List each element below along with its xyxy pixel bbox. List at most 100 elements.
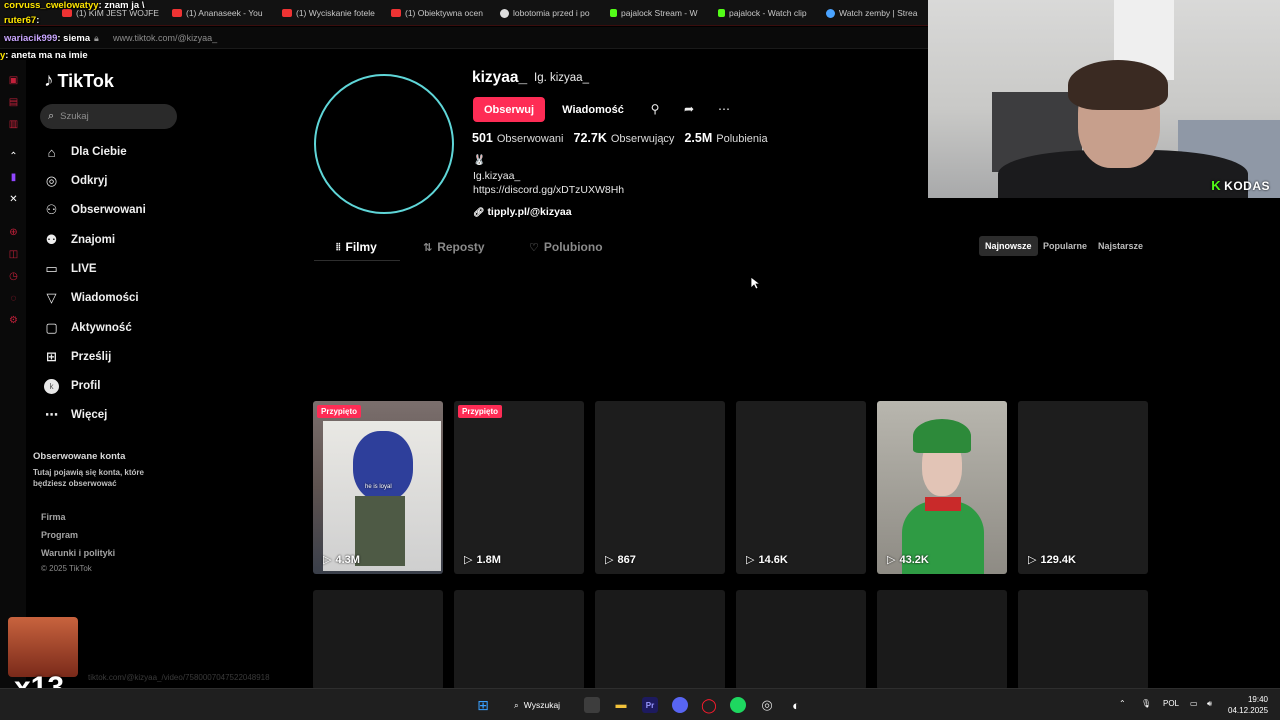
app-icon[interactable]: ◫ (8, 249, 19, 260)
tiktok-note-icon: ♪ (44, 70, 54, 91)
windows-start-icon[interactable]: ⊞ (475, 697, 491, 713)
sidebar-item-live[interactable]: ▭ LIVE (44, 259, 96, 279)
browser-tab[interactable]: (1) Obiektywna ocen (391, 5, 483, 21)
repost-icon: ⇅ (423, 241, 433, 254)
sidebar-item-aktywnosc[interactable]: ▢ Aktywność (44, 318, 131, 338)
sidebar-item-znajomi[interactable]: ⚉ Znajomi (44, 230, 115, 250)
browser-tab[interactable]: (1) Wyciskanie fotele (282, 5, 375, 21)
video-card[interactable]: ▷ 129.4K (1018, 401, 1148, 574)
taskbar-search[interactable]: ⌕ Wyszukaj (506, 696, 576, 714)
upload-icon: ⊞ (46, 349, 57, 364)
sidebar-item-wiecej[interactable]: ⋯ Więcej (44, 405, 107, 425)
video-card[interactable]: Przypięto ▷ 1.8M (454, 401, 584, 574)
following-icon: ⚇ (45, 202, 58, 217)
bio-link[interactable]: 🔗︎ tipply.pl/@kizyaa (473, 206, 572, 218)
stat-followers[interactable]: 72.7K Obserwujący (574, 131, 675, 145)
video-caption: he is loyal (365, 484, 392, 490)
stat-following[interactable]: 501 Obserwowani (472, 131, 564, 145)
tab-filmy[interactable]: ⦙⦙ Filmy (336, 240, 377, 254)
sort-najnowsze[interactable]: Najnowsze (979, 236, 1038, 256)
opera-icon[interactable]: ◯ (701, 697, 717, 713)
add-friend-icon[interactable]: ⚲ (646, 100, 664, 118)
footer-link-program[interactable]: Program (41, 530, 78, 540)
video-card-placeholder[interactable] (877, 590, 1007, 690)
twitch-icon[interactable]: ▮ (8, 172, 19, 183)
profile-stats: 501 Obserwowani 72.7K Obserwujący 2.5M Polu… (472, 131, 768, 145)
play-icon: ▷ (746, 554, 755, 566)
premiere-icon[interactable]: Pr (642, 697, 658, 713)
microphone-icon[interactable]: 🎙︎ (1141, 699, 1151, 708)
stream-site-icon (826, 8, 835, 18)
profile-avatar-large[interactable] (314, 74, 454, 214)
search-icon: ⌕ (514, 699, 519, 710)
share-icon[interactable]: ➦ (680, 100, 698, 118)
message-button[interactable]: Wiadomość (553, 97, 633, 122)
video-card-placeholder[interactable] (454, 590, 584, 690)
tiktok-logo[interactable]: ♪ TikTok (44, 70, 114, 92)
taskbar-clock[interactable]: 19:40 04.12.2025 (1228, 694, 1268, 716)
app-icon[interactable]: ▥ (8, 119, 19, 130)
video-card-placeholder[interactable] (1018, 590, 1148, 690)
video-card[interactable]: he is loyal Przypięto ▷ 4.3M (313, 401, 443, 574)
task-view-icon[interactable] (584, 697, 600, 713)
footer-link-terms[interactable]: Warunki i polityki (41, 548, 115, 558)
more-options-icon[interactable]: ⋯ (715, 100, 733, 118)
search-input[interactable] (60, 111, 161, 122)
home-icon: ⌂ (47, 144, 56, 160)
grid-icon: ⦙⦙ (336, 241, 341, 253)
messages-icon: ▽ (46, 290, 57, 305)
sort-popularne[interactable]: Popularne (1037, 236, 1093, 256)
app-icon[interactable]: ◌ (8, 293, 19, 304)
thumbnail-elf-hat (913, 419, 971, 453)
footer-link-firma[interactable]: Firma (41, 512, 66, 522)
status-bar-url: tiktok.com/@kizyaa_/video/75800070475220… (88, 673, 270, 682)
chat-message: corvuss_cwelowatyy: znam ja \ (4, 0, 145, 11)
video-card-placeholder[interactable] (313, 590, 443, 690)
app-icon[interactable]: ▤ (8, 97, 19, 108)
volume-icon[interactable]: 🔊︎ (1207, 699, 1212, 709)
network-icon[interactable]: ▭ (1190, 699, 1198, 708)
pinned-badge: Przypięto (317, 405, 362, 418)
discord-icon[interactable] (672, 697, 688, 713)
settings-icon[interactable]: ⚙ (8, 315, 19, 326)
app-icon[interactable]: ▣ (8, 75, 19, 86)
app-icon[interactable]: ◐ (788, 697, 804, 713)
tab-polubiono[interactable]: ♡ Polubiono (529, 240, 603, 254)
followed-accounts-desc: Tutaj pojawią się konta, które będziesz … (33, 468, 144, 488)
file-explorer-icon[interactable]: ▬ (613, 697, 629, 713)
x-icon[interactable]: ✕ (8, 194, 19, 205)
follow-button[interactable]: Obserwuj (473, 97, 545, 122)
app-icon[interactable]: ⌃ (8, 151, 19, 162)
sidebar-item-odkryj[interactable]: ◎ Odkryj (44, 171, 108, 191)
browser-tab[interactable]: pajalock - Watch clip (718, 5, 807, 21)
webcam-overlay: K KODAS (928, 0, 1280, 198)
url-text: www.tiktok.com/@kizyaa_ (113, 33, 218, 43)
browser-tab[interactable]: pajalock Stream - W (610, 5, 698, 21)
video-card-placeholder[interactable] (736, 590, 866, 690)
sidebar-item-przeslij[interactable]: ⊞ Prześlij (44, 347, 111, 367)
followed-accounts-title: Obserwowane konta (33, 451, 126, 462)
video-card[interactable]: ▷ 14.6K (736, 401, 866, 574)
spotify-icon[interactable] (730, 697, 746, 713)
emote-image (8, 617, 78, 677)
app-icon[interactable]: ⊕ (8, 227, 19, 238)
browser-tab[interactable]: Watch zemby | Strea (826, 5, 917, 21)
video-card-placeholder[interactable] (595, 590, 725, 690)
language-indicator[interactable]: POL (1163, 699, 1179, 708)
clock-icon[interactable]: ◷ (8, 271, 19, 282)
sort-najstarsze[interactable]: Najstarsze (1092, 236, 1149, 256)
browser-side-strip: ▣ ▤ ▥ ⌃ ▮ ✕ ⊕ ◫ ◷ ◌ ⚙ (0, 60, 26, 690)
browser-tab[interactable]: (1) Ananaseek - You (172, 5, 263, 21)
tray-chevron-icon[interactable]: ⌃ (1119, 699, 1126, 708)
video-card[interactable]: ▷ 43.2K (877, 401, 1007, 574)
sidebar-item-dla-ciebie[interactable]: ⌂ Dla Ciebie (44, 142, 127, 162)
tab-reposty[interactable]: ⇅ Reposty (423, 240, 485, 254)
browser-tab[interactable]: lobotomia przed i po (500, 5, 590, 21)
sidebar-item-wiadomosci[interactable]: ▽ Wiadomości (44, 288, 139, 308)
address-bar[interactable]: 🔒︎ www.tiktok.com/@kizyaa_ (0, 27, 928, 49)
sidebar-item-obserwowani[interactable]: ⚇ Obserwowani (44, 200, 146, 220)
sidebar-item-profil[interactable]: k Profil (44, 376, 100, 396)
video-card[interactable]: ▷ 867 (595, 401, 725, 574)
obs-icon[interactable]: ◎ (759, 697, 775, 713)
search-box[interactable]: ⌕ (40, 104, 177, 129)
